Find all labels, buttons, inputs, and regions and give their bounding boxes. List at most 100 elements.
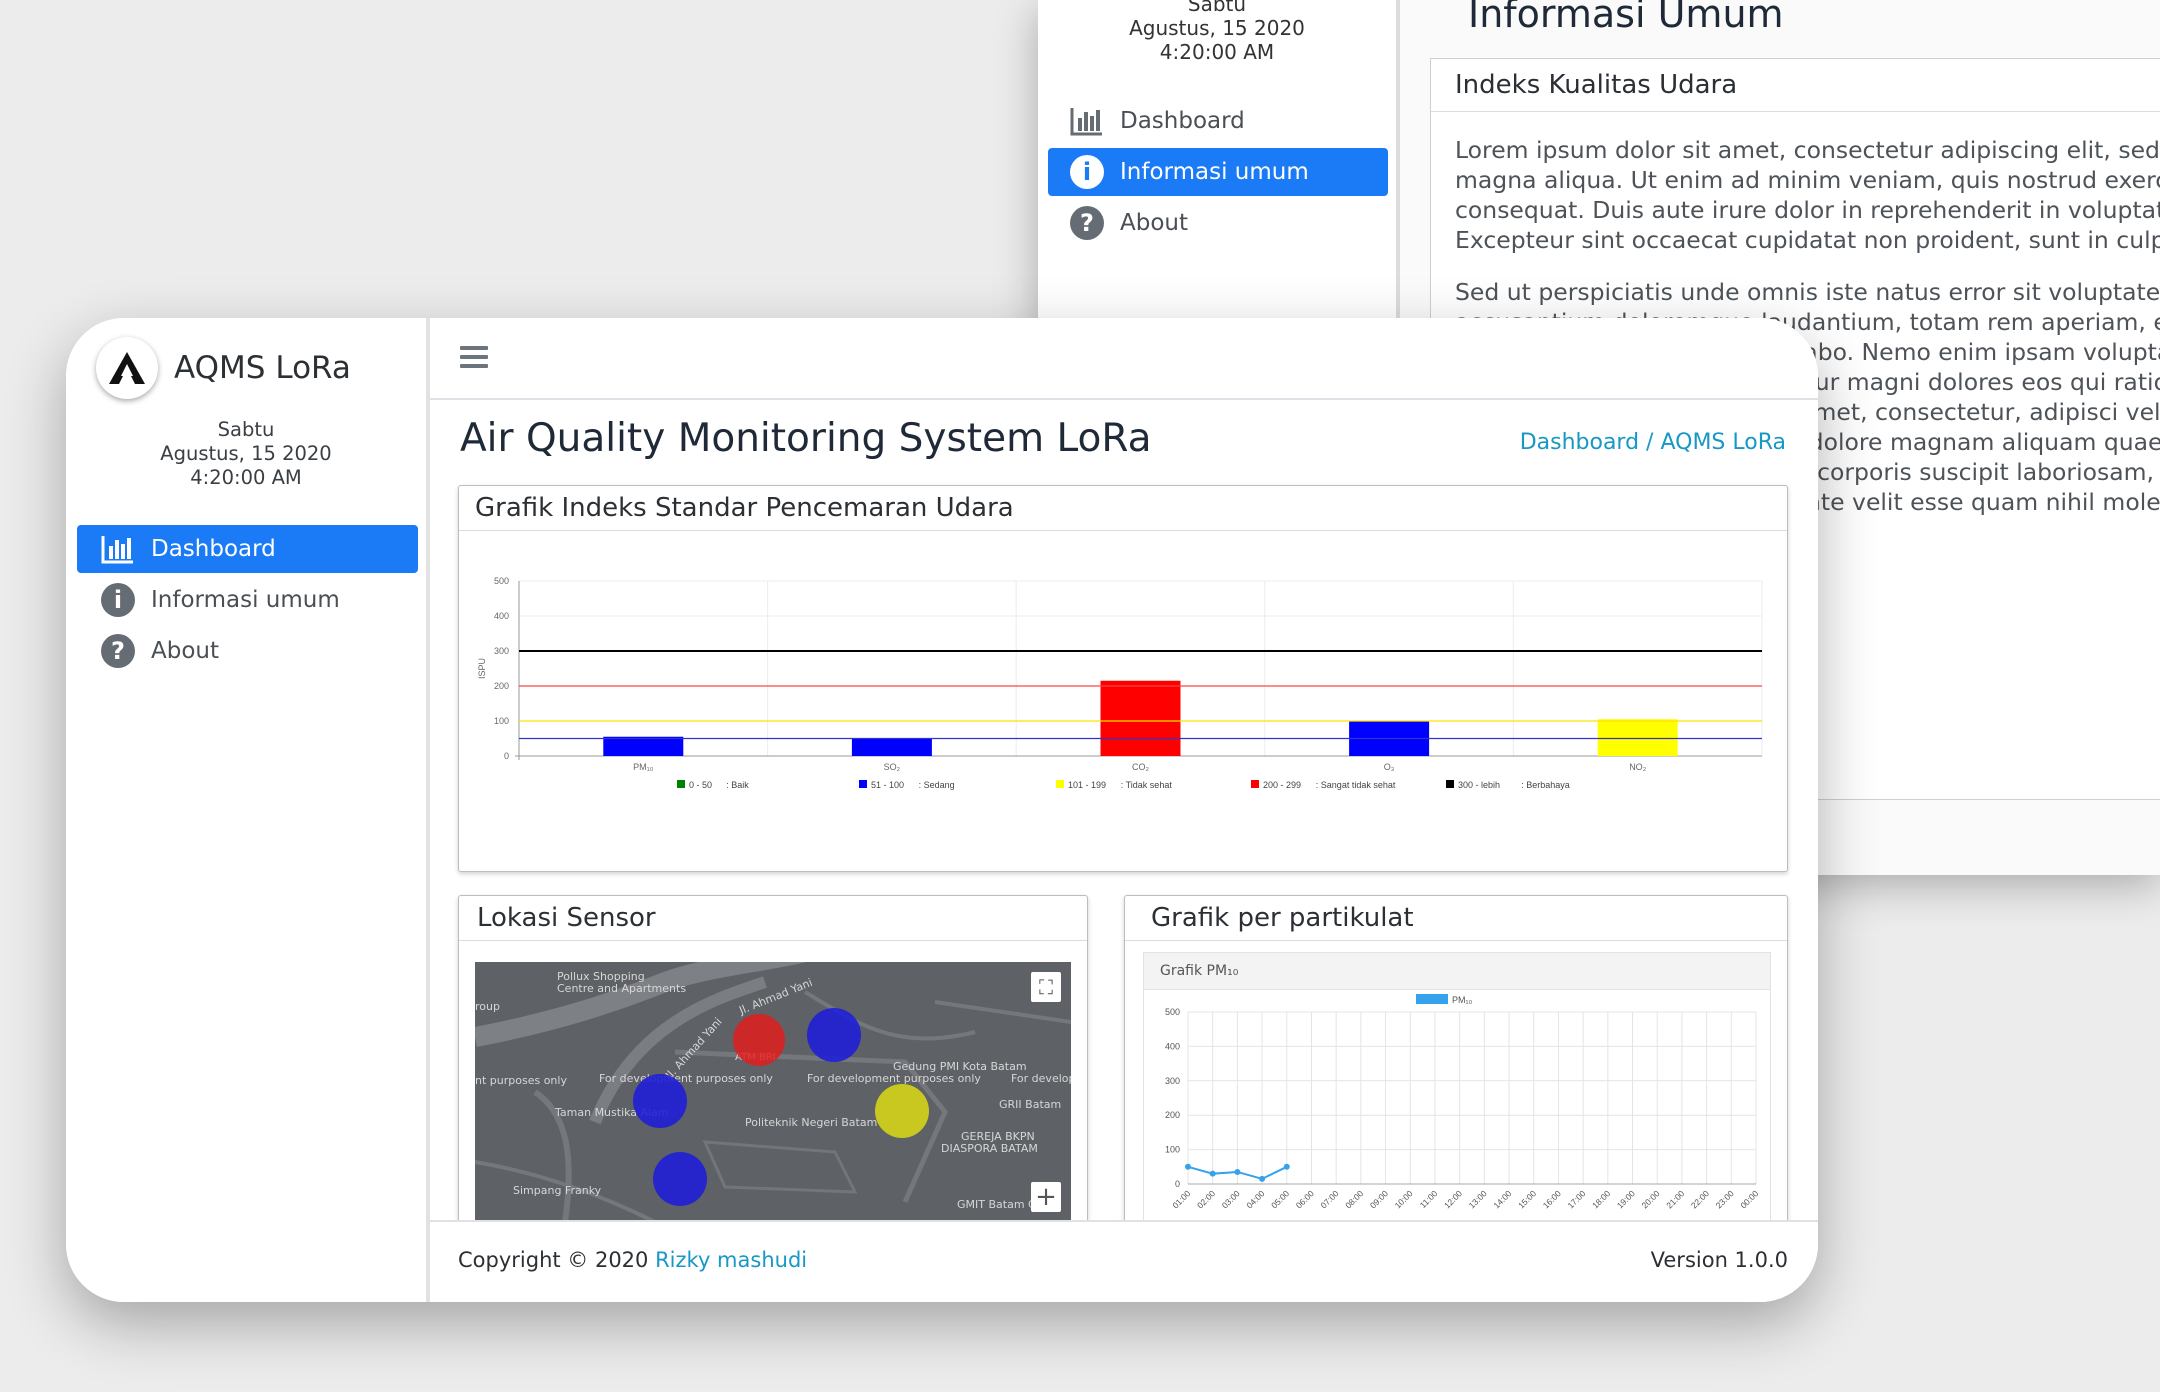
pm-xtick-label: 23:00 <box>1714 1188 1736 1210</box>
main-window: AQMS LoRa Sabtu Agustus, 15 2020 4:20:00… <box>66 318 1818 1302</box>
pm-xtick-label: 12:00 <box>1442 1188 1464 1210</box>
pm-xtick-label: 17:00 <box>1565 1188 1587 1210</box>
pm-xtick-label: 02:00 <box>1195 1188 1217 1210</box>
pm-point <box>1259 1175 1266 1182</box>
zoom-in-button[interactable]: + <box>1031 1182 1061 1212</box>
sensor-marker[interactable] <box>633 1074 687 1128</box>
date-date: Agustus, 15 2020 <box>160 442 332 465</box>
pm-xtick-label: 20:00 <box>1640 1188 1662 1210</box>
sensor-marker[interactable] <box>733 1014 785 1066</box>
pm-ytick-label: 200 <box>1165 1110 1180 1120</box>
pm-xtick-label: 16:00 <box>1541 1188 1563 1210</box>
particulate-card-title: Grafik per partikulat <box>1125 896 1787 941</box>
ispu-legend-label: : Tidak sehat <box>1121 780 1173 790</box>
map-label: Gedung PMI Kota Batam <box>893 1060 1027 1073</box>
sensor-marker[interactable] <box>807 1008 861 1062</box>
ispu-ytick-label: 100 <box>494 716 509 726</box>
ispu-legend-range: 101 - 199 <box>1068 780 1106 790</box>
map-label: Centre and Apartments <box>557 982 687 995</box>
version-label: Version 1.0.0 <box>1650 1248 1788 1272</box>
ispu-legend-range: 200 - 299 <box>1263 780 1301 790</box>
pm-xtick-label: 05:00 <box>1269 1188 1291 1210</box>
bg-card-title: Indeks Kualitas Udara <box>1431 59 2160 112</box>
pm-ytick-label: 500 <box>1165 1007 1180 1017</box>
pm-xtick-label: 06:00 <box>1294 1188 1316 1210</box>
pm-point <box>1234 1168 1241 1175</box>
info-icon: i <box>1070 155 1104 189</box>
map-label: Simpang Franky <box>513 1184 602 1197</box>
bar-chart-icon <box>1070 104 1104 138</box>
ispu-xtick-label: NO₂ <box>1629 762 1647 772</box>
particulate-chart-card: Grafik per partikulat Grafik PM₁₀ 0 100 20… <box>1124 895 1788 1257</box>
sidebar-item-informasi[interactable]: i Informasi umum <box>77 576 418 624</box>
ispu-bar <box>1100 680 1181 756</box>
ispu-xtick-label: PM₁₀ <box>633 762 654 772</box>
bg-nav-dashboard-label: Dashboard <box>1120 108 1245 134</box>
pm-xtick-label: 00:00 <box>1738 1188 1760 1210</box>
sidebar: AQMS LoRa Sabtu Agustus, 15 2020 4:20:00… <box>66 318 430 1302</box>
sidebar-item-dashboard[interactable]: Dashboard <box>77 525 418 573</box>
bg-nav-about[interactable]: ? About <box>1048 199 1388 247</box>
bg-nav-informasi-label: Informasi umum <box>1120 159 1309 185</box>
pm-ytick-label: 300 <box>1165 1076 1180 1086</box>
ispu-legend-swatch <box>1056 780 1064 788</box>
bg-nav-dashboard[interactable]: Dashboard <box>1048 97 1388 145</box>
sidebar-item-informasi-label: Informasi umum <box>151 587 340 613</box>
question-icon: ? <box>101 634 135 668</box>
ispu-bar <box>603 736 684 756</box>
page-title: Air Quality Monitoring System LoRa <box>460 416 1152 461</box>
map-label: nt purposes only <box>475 1074 567 1087</box>
ispu-card-title: Grafik Indeks Standar Pencemaran Udara <box>459 486 1787 531</box>
fullscreen-icon[interactable]: ⛶ <box>1031 972 1061 1002</box>
ispu-ytick-label: 400 <box>494 611 509 621</box>
breadcrumb[interactable]: Dashboard / AQMS LoRa <box>1520 430 1786 455</box>
copyright-text: Copyright © 2020 <box>458 1248 656 1272</box>
bg-nav-informasi[interactable]: i Informasi umum <box>1048 148 1388 196</box>
pm-ytick-label: 100 <box>1165 1145 1180 1155</box>
pm-xtick-label: 13:00 <box>1467 1188 1489 1210</box>
pm-xtick-label: 04:00 <box>1244 1188 1266 1210</box>
pm-legend-swatch <box>1416 994 1448 1004</box>
info-icon: i <box>101 583 135 617</box>
date-time: 4:20:00 AM <box>190 466 302 489</box>
ispu-legend-swatch <box>677 780 685 788</box>
sidebar-item-about[interactable]: ? About <box>77 627 418 675</box>
pm-legend-label: PM₁₀ <box>1452 995 1473 1005</box>
pm-xtick-label: 10:00 <box>1393 1188 1415 1210</box>
pm-ytick-label: 400 <box>1165 1041 1180 1051</box>
pm-xtick-label: 01:00 <box>1170 1188 1192 1210</box>
pm-xtick-label: 18:00 <box>1590 1188 1612 1210</box>
pm10-line-chart: 0 100 200 300 400 500 01:00 02:00 03:00 04:00 05:0… <box>1165 994 1761 1210</box>
sidebar-item-about-label: About <box>151 638 220 664</box>
ispu-legend-range: 300 - lebih <box>1458 780 1500 790</box>
question-icon: ? <box>1070 206 1104 240</box>
map-label: GRII Batam <box>999 1098 1062 1111</box>
sensor-location-card: Lokasi Sensor Pollux Shopping Centre and… <box>458 895 1088 1257</box>
ispu-ytick-label: 200 <box>494 681 509 691</box>
ispu-legend-range: 51 - 100 <box>871 780 904 790</box>
pm-xtick-label: 14:00 <box>1491 1188 1513 1210</box>
copyright: Copyright © 2020 Rizky mashudi <box>458 1248 807 1272</box>
brand[interactable]: AQMS LoRa <box>96 332 351 404</box>
map-card-title: Lokasi Sensor <box>459 896 1087 941</box>
sensor-marker[interactable] <box>875 1084 929 1138</box>
sensor-marker[interactable] <box>653 1152 707 1206</box>
sensor-map[interactable]: Pollux Shopping Centre and Apartments Jl… <box>475 962 1071 1222</box>
pm-xtick-label: 03:00 <box>1220 1188 1242 1210</box>
hamburger-menu-icon[interactable] <box>460 346 488 368</box>
ispu-legend-label: : Baik <box>726 780 749 790</box>
ispu-ytick-label: 0 <box>504 751 509 761</box>
pm10-panel-title: Grafik PM₁₀ <box>1144 953 1770 990</box>
author-link[interactable]: Rizky mashudi <box>655 1248 807 1272</box>
ispu-legend-swatch <box>1251 780 1259 788</box>
ispu-bar <box>1597 719 1678 756</box>
pm-point <box>1209 1170 1216 1177</box>
pm-xtick-label: 07:00 <box>1318 1188 1340 1210</box>
pm-point <box>1283 1163 1290 1170</box>
ispu-ytick-label: 300 <box>494 646 509 656</box>
logo-icon <box>96 337 158 399</box>
map-label: DIASPORA BATAM <box>941 1142 1038 1155</box>
ispu-ytick-label: 500 <box>494 576 509 586</box>
content: Air Quality Monitoring System LoRa Dashb… <box>430 318 1818 1302</box>
ispu-xtick-label: CO₂ <box>1132 762 1150 772</box>
